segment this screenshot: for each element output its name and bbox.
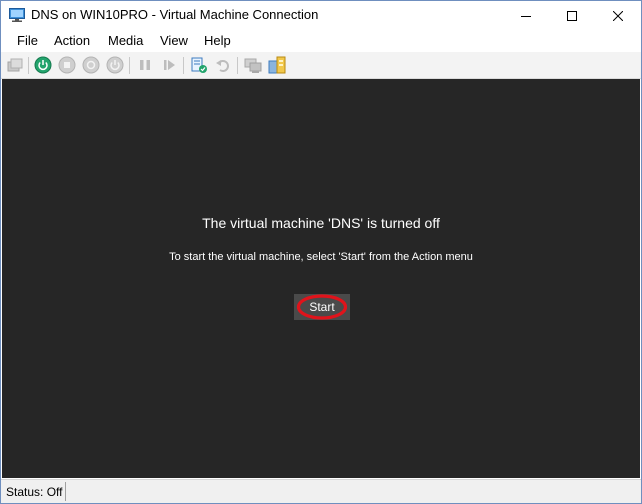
vm-start-instruction: To start the virtual machine, select 'St… [169, 251, 473, 263]
pause-icon[interactable] [136, 56, 154, 74]
power-icon[interactable] [106, 56, 124, 74]
close-icon [613, 10, 623, 21]
vm-state-message: The virtual machine 'DNS' is turned off [202, 215, 440, 231]
menu-file[interactable]: File [17, 33, 38, 48]
resume-icon[interactable] [160, 56, 178, 74]
menu-help[interactable]: Help [204, 33, 231, 48]
status-bar: Status: Off [1, 479, 641, 503]
turn-off-icon[interactable] [58, 56, 76, 74]
toolbar-separator [183, 57, 184, 74]
virtual-machine-icon [9, 8, 25, 22]
minimize-icon [521, 15, 531, 17]
menu-view[interactable]: View [160, 33, 188, 48]
toolbar [1, 52, 641, 79]
minimize-button[interactable] [503, 1, 549, 30]
title-bar[interactable]: DNS on WIN10PRO - Virtual Machine Connec… [1, 1, 641, 30]
window-title: DNS on WIN10PRO - Virtual Machine Connec… [31, 7, 319, 22]
start-button[interactable]: Start [294, 294, 350, 320]
enhanced-session-icon[interactable] [244, 56, 262, 74]
menu-bar: File Action Media View Help [1, 30, 641, 52]
ctrl-alt-del-icon[interactable] [6, 56, 24, 74]
toolbar-separator [237, 57, 238, 74]
shut-down-icon[interactable] [82, 56, 100, 74]
checkpoint-icon[interactable] [190, 56, 208, 74]
revert-icon[interactable] [214, 56, 232, 74]
menu-action[interactable]: Action [54, 33, 90, 48]
maximize-button[interactable] [549, 1, 595, 30]
start-icon[interactable] [34, 56, 52, 74]
toolbar-separator [129, 57, 130, 74]
toolbar-separator [28, 57, 29, 74]
close-button[interactable] [595, 1, 641, 30]
status-text: Status: Off [6, 485, 63, 499]
menu-media[interactable]: Media [108, 33, 143, 48]
start-button-container: Start [294, 294, 350, 320]
maximize-icon [567, 10, 577, 21]
status-separator [65, 482, 66, 501]
vm-display[interactable]: The virtual machine 'DNS' is turned off … [2, 79, 640, 478]
share-icon[interactable] [268, 56, 286, 74]
vm-connection-window: DNS on WIN10PRO - Virtual Machine Connec… [0, 0, 642, 504]
